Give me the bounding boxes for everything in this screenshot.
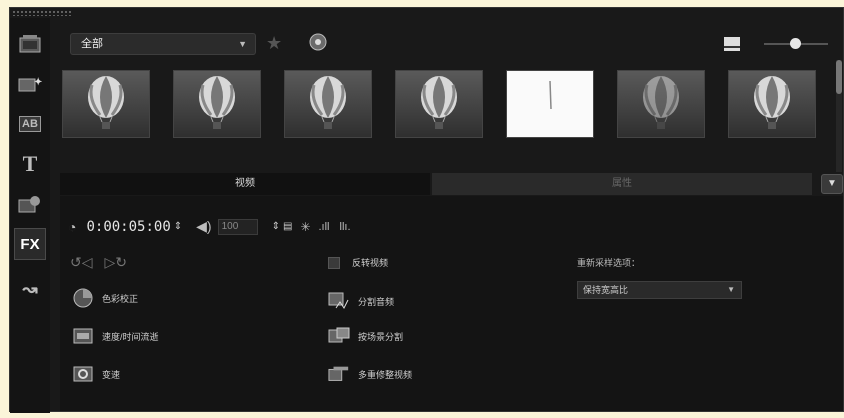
transition-icon[interactable]: AB [14,108,46,140]
multi-trim-video-option[interactable]: 多重修整视频 [328,364,412,384]
effect-thumbnail[interactable] [728,70,816,138]
speed-time-lapse-label: 速度/时间流逝 [102,331,159,342]
effect-thumbnail[interactable] [284,70,372,138]
graphics-icon[interactable] [14,188,46,220]
video-options-panel: ◔ 0:00:05:00 ⇕ ◀) 100 ⇕ ▤ ✳ .ıll llı. ↺◁… [60,196,843,411]
category-dropdown[interactable]: 全部 ▼ [70,33,256,55]
left-toolbar: ✦ AB T FX ↝ [10,18,50,413]
resample-value: 保持宽高比 [583,285,629,295]
view-toggle-icon[interactable] [724,37,740,51]
split-audio-label: 分割音频 [358,296,395,307]
multi-trim-icon [328,364,350,384]
collapse-options-button[interactable]: ▼ [821,174,843,194]
media-library-icon[interactable] [14,28,46,60]
color-wheel-icon [72,288,94,308]
video-editor-window: ✦ AB T FX ↝ 全部 ▼ ★ 视频 属性 ▼ ◔ 0:00:05:00 … [9,7,844,413]
split-audio-icon [328,291,350,311]
chevron-down-icon: ▼ [238,39,247,49]
library-toolbar: 全部 ▼ ★ [70,30,840,60]
duration-stepper[interactable]: ⇕ [174,221,182,232]
split-by-scene-label: 按场景分割 [358,331,404,342]
instant-project-icon[interactable]: ✦ [14,68,46,100]
browse-icon[interactable] [308,32,328,57]
split-by-scene-option[interactable]: 按场景分割 [328,326,403,346]
variable-speed-icon [72,364,94,384]
color-correction-label: 色彩校正 [102,293,139,304]
variable-speed-label: 变速 [102,369,121,380]
category-value: 全部 [81,38,103,50]
fade-in-icon[interactable]: .ıll [319,221,330,233]
thumbnail-preview [643,76,679,129]
slider-knob[interactable] [790,38,801,49]
effect-thumbnail[interactable] [506,70,594,138]
effect-thumbnail[interactable] [617,70,705,138]
add-favorite-icon[interactable]: ★ [266,33,282,54]
effect-thumbnail[interactable] [62,70,150,138]
effect-thumbnail[interactable] [173,70,261,138]
volume-input[interactable]: 100 [217,218,258,235]
fade-out-icon[interactable]: llı. [340,221,351,233]
thumbnail-preview [88,76,124,129]
volume-icon[interactable]: ◀) [196,218,211,235]
thumbnail-preview [310,76,346,129]
effect-thumbnail[interactable] [395,70,483,138]
reverse-video-checkbox[interactable] [328,256,340,269]
reverse-video-label: 反转视频 [352,258,389,268]
speed-time-lapse-option[interactable]: 速度/时间流逝 [72,326,159,346]
volume-stepper[interactable]: ⇕ [272,221,280,232]
tab-attributes[interactable]: 属性 [432,173,812,195]
resample-options-label: 重新采样选项： [577,258,641,268]
title-icon[interactable]: T [14,148,46,180]
thumbnail-size-slider[interactable] [764,38,828,49]
filter-fx-icon[interactable]: FX [14,228,46,260]
tab-video[interactable]: 视频 [60,173,430,195]
scrollbar-knob[interactable] [836,60,842,94]
thumbnail-preview [549,80,552,110]
volume-dropdown-icon[interactable]: ▤ [283,221,292,232]
reverse-video-option[interactable]: 反转视频 [328,256,388,269]
thumbnail-scrollbar[interactable] [836,60,842,172]
split-by-scene-icon [328,326,350,346]
drag-grip[interactable] [12,10,72,16]
duration-row: ◔ 0:00:05:00 ⇕ ◀) 100 ⇕ ▤ ✳ .ıll llı. [68,218,351,235]
thumbnail-preview [199,76,235,129]
effect-thumbnails [60,70,830,148]
rotate-right-icon[interactable]: ▷↻ [105,254,128,271]
rotate-left-icon[interactable]: ↺◁ [70,254,93,271]
svg-text:✦: ✦ [34,77,42,88]
chevron-down-icon: ▼ [727,285,735,294]
multi-trim-video-label: 多重修整视频 [358,369,413,380]
mute-icon[interactable]: ✳ [300,220,310,234]
options-tabs: 视频 属性 ▼ [60,173,843,195]
split-audio-option[interactable]: 分割音频 [328,291,394,311]
duration-timecode[interactable]: 0:00:05:00 [86,219,170,235]
color-correction-option[interactable]: 色彩校正 [72,288,138,308]
speed-icon [72,326,94,346]
path-icon[interactable]: ↝ [14,273,46,305]
resample-options-select[interactable]: 保持宽高比 ▼ [577,281,742,299]
thumbnail-preview [754,76,790,129]
clock-icon: ◔ [68,218,77,235]
rotate-row: ↺◁ ▷↻ [70,254,127,271]
variable-speed-option[interactable]: 变速 [72,364,120,384]
thumbnail-preview [421,76,457,129]
